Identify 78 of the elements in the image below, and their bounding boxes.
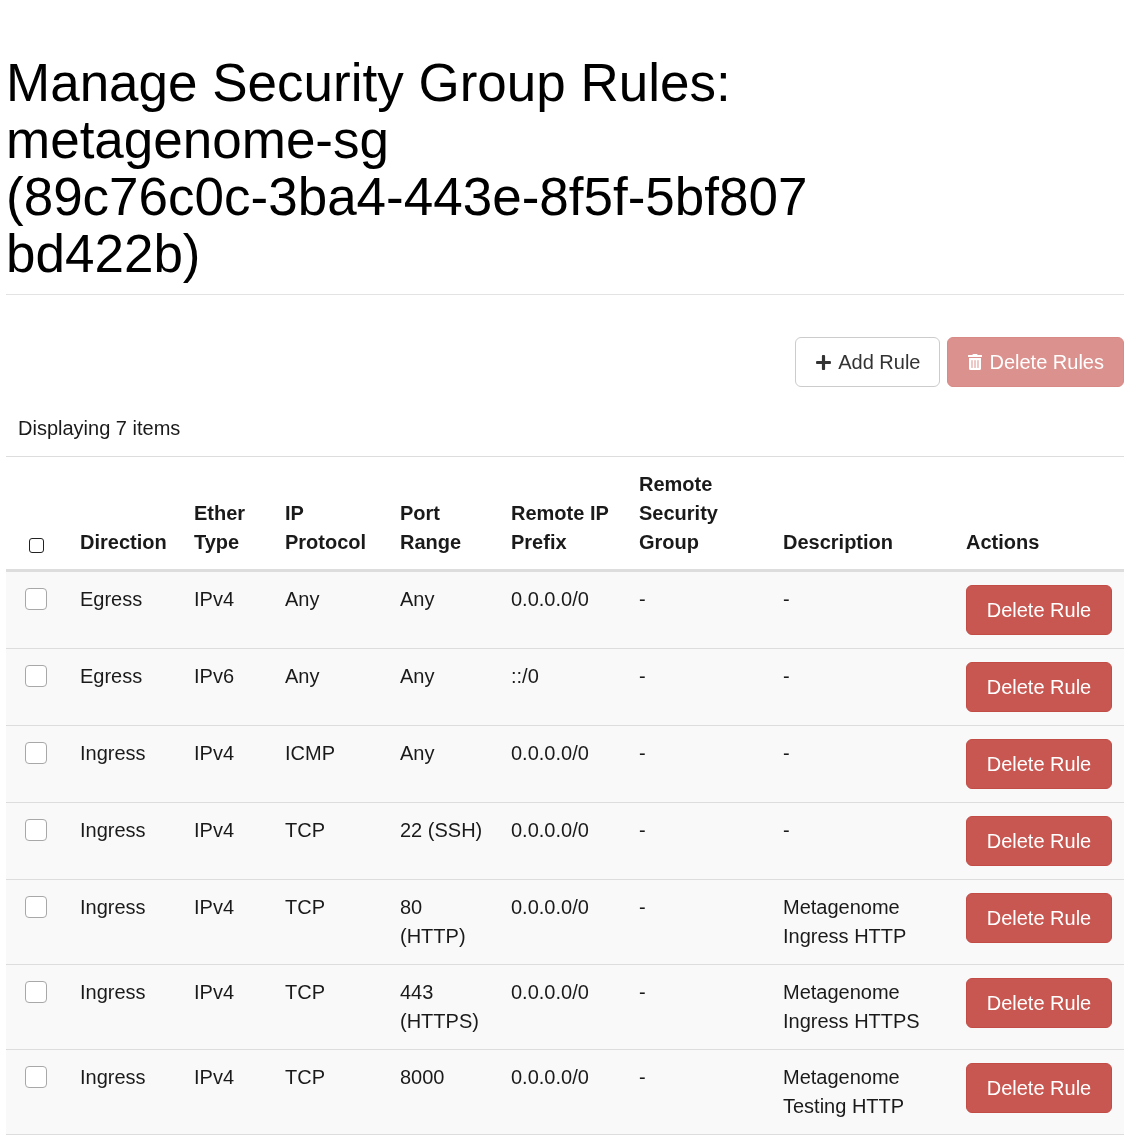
row-checkbox[interactable] (25, 742, 47, 764)
table-cell-text: - (639, 980, 647, 1005)
table-cell-text: Egress (80, 664, 144, 689)
table-cell-text: 0.0.0.0/0 (511, 895, 590, 920)
table-cell-text: ::/0 (511, 664, 540, 689)
table-cell-text: TCP (285, 895, 326, 920)
table-cell-text: - (639, 818, 647, 843)
row-checkbox[interactable] (25, 819, 47, 841)
table-cell-text: 80 (HTTP) (400, 895, 467, 949)
table-cell-text: IPv4 (194, 1065, 236, 1090)
table-cell-text: 0.0.0.0/0 (511, 818, 590, 843)
table-cell-text: - (783, 664, 791, 689)
table-cell-text: - (639, 587, 647, 612)
table-cell-text: Egress (80, 587, 144, 612)
trash-icon (967, 354, 984, 370)
row-checkbox[interactable] (25, 981, 47, 1003)
table-cell-text: 8000 (400, 1065, 446, 1090)
column-header: Remote Security Group (639, 472, 719, 555)
column-header: Remote IP Prefix (511, 501, 610, 555)
row-checkbox[interactable] (25, 588, 47, 610)
table-cell-text: IPv4 (194, 980, 236, 1005)
delete-rule-button[interactable]: Delete Rule (966, 739, 1112, 789)
table-cell-text: 22 (SSH) (400, 818, 484, 843)
table-cell-text: 0.0.0.0/0 (511, 980, 590, 1005)
column-header: Port Range (400, 501, 463, 555)
column-header: Actions (966, 530, 1041, 555)
table-cell-text: Any (285, 664, 321, 689)
table-cell-text: Any (400, 587, 436, 612)
table-cell-text: Any (400, 664, 436, 689)
table-cell-text: - (639, 741, 647, 766)
table-cell-text: IPv4 (194, 895, 236, 920)
add-rule-button[interactable]: Add Rule (795, 337, 941, 387)
table-cell-text: IPv4 (194, 818, 236, 843)
table-cell-text: Ingress (80, 741, 147, 766)
table-cell-text: TCP (285, 980, 326, 1005)
table-cell-text: Metagenome Ingress HTTP (783, 895, 908, 949)
table-cell-text: Ingress (80, 818, 147, 843)
table-cell-text: - (783, 818, 791, 843)
item-count-text: Displaying 7 items (18, 417, 181, 439)
table-cell-text: 0.0.0.0/0 (511, 587, 590, 612)
delete-rule-button[interactable]: Delete Rule (966, 585, 1112, 635)
delete-rule-button[interactable]: Delete Rule (966, 1063, 1112, 1113)
row-checkbox[interactable] (25, 1066, 47, 1088)
table-cell-text: 443 (HTTPS) (400, 980, 480, 1034)
table-cell-text: TCP (285, 818, 326, 843)
table-cell-text: Ingress (80, 1065, 147, 1090)
row-checkbox[interactable] (25, 896, 47, 918)
table-cell-text: TCP (285, 1065, 326, 1090)
page-title: Manage Security Group Rules: metagenome-sg (6, 54, 732, 168)
table-cell-text: 0.0.0.0/0 (511, 741, 590, 766)
delete-rule-button[interactable]: Delete Rule (966, 893, 1112, 943)
group-id-text: (89c76c0c-3ba4-443e-8f5f-5bf807bd422b) (6, 168, 809, 282)
column-header: Description (783, 530, 895, 555)
table-cell-text: - (639, 1065, 647, 1090)
table-cell-text: Any (285, 587, 321, 612)
plus-icon (815, 353, 833, 371)
row-checkbox[interactable] (25, 665, 47, 687)
table-cell-text: - (639, 664, 647, 689)
table-cell-text: Any (400, 741, 436, 766)
table-cell-text: - (783, 587, 791, 612)
table-cell-text: 0.0.0.0/0 (511, 1065, 590, 1090)
delete-rule-button[interactable]: Delete Rule (966, 662, 1112, 712)
table-cell-text: Ingress (80, 980, 147, 1005)
column-header: IP Protocol (285, 501, 368, 555)
table-cell-text: IPv4 (194, 741, 236, 766)
column-header: Ether Type (194, 501, 247, 555)
table-cell-text: - (783, 741, 791, 766)
table-cell-text: - (639, 895, 647, 920)
table-cell-text: Ingress (80, 895, 147, 920)
column-header: Direction (80, 530, 168, 555)
table-cell-text: ICMP (285, 741, 336, 766)
delete-rule-button[interactable]: Delete Rule (966, 978, 1112, 1028)
table-cell-text: Metagenome Ingress HTTPS (783, 980, 921, 1034)
select-all-checkbox[interactable] (29, 538, 44, 553)
delete-rule-button[interactable]: Delete Rule (966, 816, 1112, 866)
table-cell-text: IPv4 (194, 587, 236, 612)
table-cell-text: IPv6 (194, 664, 236, 689)
table-cell-text: Metagenome Testing HTTP (783, 1065, 906, 1119)
